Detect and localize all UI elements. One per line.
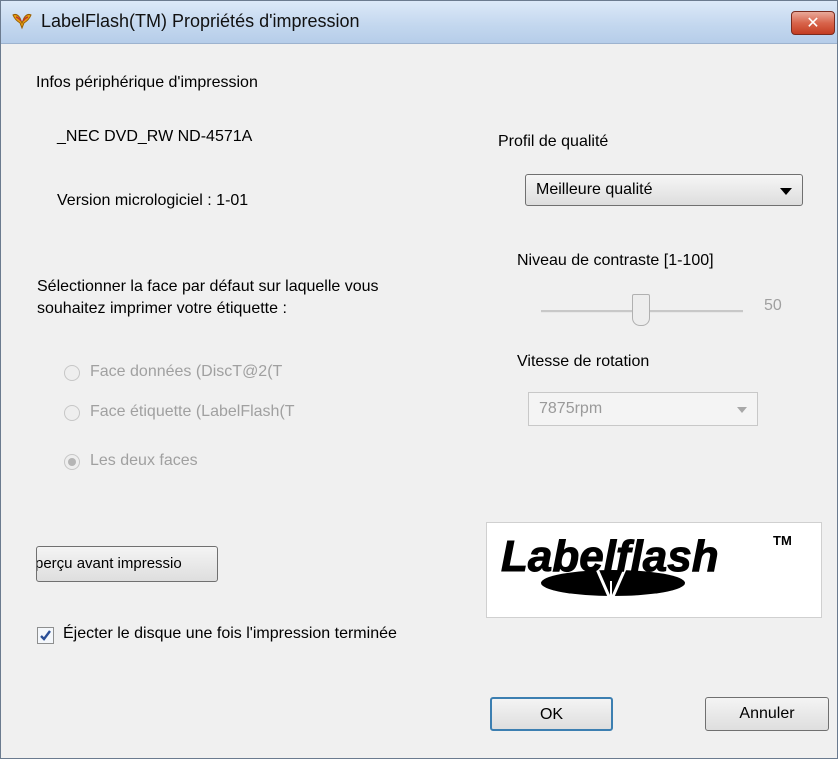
- radio-button-icon: [64, 365, 80, 381]
- close-button[interactable]: ✕: [791, 11, 835, 35]
- rotation-speed-label: Vitesse de rotation: [517, 353, 650, 370]
- both-faces-label: Les deux faces: [90, 452, 198, 469]
- radio-button-icon: [64, 405, 80, 421]
- quality-profile-label: Profil de qualité: [498, 133, 609, 150]
- checkbox-checked-icon: [37, 627, 54, 644]
- device-name: _NEC DVD_RW ND-4571A: [57, 128, 253, 145]
- print-properties-dialog: LabelFlash(TM) Propriétés d'impression ✕…: [0, 0, 838, 759]
- labelflash-app-icon: [12, 13, 32, 30]
- rotation-speed-value: 7875rpm: [539, 400, 603, 417]
- logo-trademark: TM: [773, 533, 792, 548]
- dialog-body: Infos périphérique d'impression _NEC DVD…: [1, 44, 837, 758]
- face-data-label: Face données (DiscT@2(T: [90, 363, 283, 380]
- face-prompt-line2: souhaitez imprimer votre étiquette :: [37, 300, 287, 317]
- window-title: LabelFlash(TM) Propriétés d'impression: [41, 11, 360, 31]
- face-prompt-line1: Sélectionner la face par défaut sur laqu…: [37, 278, 379, 295]
- close-icon: ✕: [806, 13, 820, 32]
- logo-wordmark: Labelflash: [501, 532, 719, 581]
- radio-selected-icon: [64, 454, 80, 470]
- cancel-label: Annuler: [739, 705, 795, 722]
- dropdown-arrow-icon: [780, 188, 792, 195]
- print-preview-button[interactable]: perçu avant impressio: [36, 546, 218, 582]
- device-info-label: Infos périphérique d'impression: [36, 74, 258, 91]
- ok-label: OK: [539, 706, 564, 723]
- contrast-label: Niveau de contraste [1-100]: [517, 252, 714, 269]
- eject-label: Éjecter le disque une fois l'impression …: [63, 625, 397, 642]
- ok-button[interactable]: OK: [490, 697, 613, 731]
- quality-profile-value: Meilleure qualité: [536, 181, 653, 198]
- labelflash-logo-graphic: Labelflash TM: [501, 532, 792, 605]
- quality-profile-select[interactable]: Meilleure qualité: [525, 174, 803, 206]
- cancel-button[interactable]: Annuler: [705, 697, 829, 731]
- rotation-speed-select[interactable]: 7875rpm: [528, 392, 758, 426]
- print-preview-label: perçu avant impressio: [36, 555, 182, 572]
- contrast-slider-thumb[interactable]: [632, 294, 650, 326]
- contrast-value: 50: [764, 297, 782, 314]
- dropdown-arrow-icon: [737, 407, 747, 413]
- face-label-label: Face étiquette (LabelFlash(T: [90, 403, 295, 420]
- firmware-version: Version micrologiciel : 1-01: [57, 192, 249, 209]
- labelflash-logo: Labelflash TM: [486, 522, 822, 618]
- title-bar: LabelFlash(TM) Propriétés d'impression ✕: [1, 1, 837, 44]
